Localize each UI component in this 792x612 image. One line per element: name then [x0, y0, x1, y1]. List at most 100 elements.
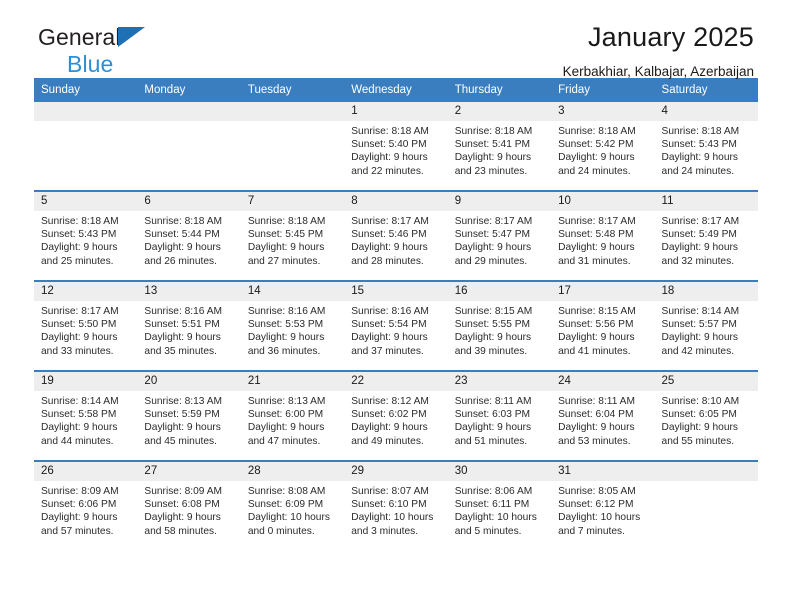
daylight-text-line2: and 0 minutes. — [247, 525, 315, 537]
calendar-day-cell[interactable]: 26 Sunrise: 8:09 AM Sunset: 6:06 PM Dayligh… — [34, 460, 138, 550]
sunrise-text: Sunrise: 8:18 AM — [351, 126, 429, 137]
sunrise-text: Sunrise: 8:17 AM — [41, 306, 119, 317]
day-number: 30 — [447, 462, 552, 481]
day-box: 31 Sunrise: 8:05 AM Sunset: 6:12 PM Dayligh… — [551, 462, 655, 550]
daylight-text-line1: Daylight: 9 hours — [454, 152, 532, 164]
sunrise-text: Sunrise: 8:17 AM — [558, 216, 636, 227]
calendar-day-cell[interactable]: 8 Sunrise: 8:17 AM Sunset: 5:46 PM Daylight… — [344, 190, 448, 281]
day-number: 17 — [551, 282, 655, 301]
daylight-text-line2: and 53 minutes. — [558, 435, 631, 447]
sunset-text: Sunset: 5:59 PM — [144, 409, 220, 421]
daylight-text-line1: Daylight: 9 hours — [661, 152, 738, 164]
daylight-text-line1: Daylight: 9 hours — [247, 242, 325, 254]
calendar-day-cell[interactable]: 10 Sunrise: 8:17 AM Sunset: 5:48 PM Dayligh… — [551, 190, 655, 281]
calendar-day-cell[interactable]: 30 Sunrise: 8:06 AM Sunset: 6:11 PM Dayligh… — [447, 460, 552, 550]
calendar-day-cell[interactable]: 3 Sunrise: 8:18 AM Sunset: 5:42 PM Daylight… — [551, 102, 655, 191]
calendar-day-cell[interactable]: 13 Sunrise: 8:16 AM Sunset: 5:51 PM Dayligh… — [137, 280, 241, 371]
calendar-day-cell[interactable]: 21 Sunrise: 8:13 AM Sunset: 6:00 PM Dayligh… — [240, 370, 345, 461]
brand-logo[interactable]: General Blue — [38, 26, 238, 78]
calendar-day-cell[interactable]: 24 Sunrise: 8:11 AM Sunset: 6:04 PM Dayligh… — [551, 370, 655, 461]
daylight-text-line2: and 42 minutes. — [661, 345, 735, 357]
calendar-empty-cell — [34, 102, 138, 191]
day-number: 8 — [344, 192, 448, 211]
day-box: 21 Sunrise: 8:13 AM Sunset: 6:00 PM Dayligh… — [240, 372, 345, 460]
weekday-header-monday: Monday — [137, 78, 241, 102]
daylight-text-line1: Daylight: 9 hours — [661, 422, 738, 434]
day-box: 22 Sunrise: 8:12 AM Sunset: 6:02 PM Dayligh… — [344, 372, 448, 460]
day-details: Sunrise: 8:18 AM Sunset: 5:43 PM Daylight:… — [655, 121, 758, 178]
sunset-text: Sunset: 6:00 PM — [247, 409, 324, 421]
daylight-text-line1: Daylight: 9 hours — [351, 152, 428, 164]
day-details: Sunrise: 8:15 AM Sunset: 5:56 PM Daylight:… — [551, 301, 654, 358]
calendar-day-cell[interactable]: 17 Sunrise: 8:15 AM Sunset: 5:56 PM Dayligh… — [551, 280, 655, 371]
sunrise-text: Sunrise: 8:11 AM — [558, 396, 635, 407]
calendar-day-cell[interactable]: 25 Sunrise: 8:10 AM Sunset: 6:05 PM Dayligh… — [654, 370, 758, 461]
daylight-text-line1: Daylight: 9 hours — [41, 512, 118, 524]
day-details: Sunrise: 8:18 AM Sunset: 5:42 PM Daylight:… — [551, 121, 654, 178]
sunset-text: Sunset: 5:45 PM — [247, 229, 324, 241]
calendar-day-cell[interactable]: 31 Sunrise: 8:05 AM Sunset: 6:12 PM Dayligh… — [551, 460, 655, 550]
sunrise-text: Sunrise: 8:09 AM — [144, 486, 223, 497]
calendar-day-cell[interactable]: 20 Sunrise: 8:13 AM Sunset: 5:59 PM Dayligh… — [137, 370, 241, 461]
calendar-empty-cell — [137, 102, 241, 191]
calendar-day-cell[interactable]: 4 Sunrise: 8:18 AM Sunset: 5:43 PM Daylight… — [654, 102, 758, 191]
daylight-text-line2: and 24 minutes. — [661, 165, 735, 177]
calendar-day-cell[interactable]: 28 Sunrise: 8:08 AM Sunset: 6:09 PM Dayligh… — [240, 460, 345, 550]
day-details: Sunrise: 8:08 AM Sunset: 6:09 PM Daylight:… — [241, 481, 344, 538]
day-number: 1 — [344, 102, 448, 121]
sunset-text: Sunset: 6:06 PM — [41, 499, 117, 511]
triangle-flag-icon — [118, 27, 145, 47]
day-details: Sunrise: 8:17 AM Sunset: 5:49 PM Daylight:… — [655, 211, 758, 268]
day-number: 28 — [240, 462, 345, 481]
calendar-day-cell[interactable]: 16 Sunrise: 8:15 AM Sunset: 5:55 PM Dayligh… — [447, 280, 552, 371]
daylight-text-line2: and 57 minutes. — [41, 525, 114, 537]
sunset-text: Sunset: 6:03 PM — [454, 409, 531, 421]
day-box: 8 Sunrise: 8:17 AM Sunset: 5:46 PM Daylight… — [344, 192, 448, 280]
day-number: 6 — [137, 192, 241, 211]
daylight-text-line1: Daylight: 9 hours — [41, 242, 118, 254]
day-box: 17 Sunrise: 8:15 AM Sunset: 5:56 PM Dayligh… — [551, 282, 655, 370]
daylight-text-line1: Daylight: 10 hours — [351, 512, 434, 524]
sunset-text: Sunset: 5:44 PM — [144, 229, 220, 241]
daylight-text-line1: Daylight: 9 hours — [558, 332, 635, 344]
sunrise-text: Sunrise: 8:17 AM — [454, 216, 533, 227]
sunset-text: Sunset: 5:48 PM — [558, 229, 634, 241]
day-number: 9 — [447, 192, 552, 211]
day-details: Sunrise: 8:07 AM Sunset: 6:10 PM Daylight:… — [344, 481, 447, 538]
calendar-day-cell[interactable]: 7 Sunrise: 8:18 AM Sunset: 5:45 PM Daylight… — [240, 190, 345, 281]
daylight-text-line1: Daylight: 9 hours — [144, 512, 221, 524]
sunset-text: Sunset: 5:47 PM — [454, 229, 531, 241]
day-details: Sunrise: 8:18 AM Sunset: 5:43 PM Daylight:… — [34, 211, 137, 268]
calendar-day-cell[interactable]: 29 Sunrise: 8:07 AM Sunset: 6:10 PM Dayligh… — [344, 460, 448, 550]
calendar-day-cell[interactable]: 1 Sunrise: 8:18 AM Sunset: 5:40 PM Daylight… — [344, 102, 448, 191]
day-number: 25 — [654, 372, 758, 391]
sunset-text: Sunset: 6:05 PM — [661, 409, 737, 421]
daylight-text-line2: and 31 minutes. — [558, 255, 631, 267]
calendar-day-cell[interactable]: 6 Sunrise: 8:18 AM Sunset: 5:44 PM Daylight… — [137, 190, 241, 281]
calendar-day-cell[interactable]: 23 Sunrise: 8:11 AM Sunset: 6:03 PM Dayligh… — [447, 370, 552, 461]
day-details: Sunrise: 8:14 AM Sunset: 5:57 PM Daylight:… — [655, 301, 758, 358]
daylight-text-line1: Daylight: 9 hours — [454, 332, 532, 344]
calendar-day-cell[interactable]: 12 Sunrise: 8:17 AM Sunset: 5:50 PM Dayligh… — [34, 280, 138, 371]
calendar-day-cell[interactable]: 27 Sunrise: 8:09 AM Sunset: 6:08 PM Dayligh… — [137, 460, 241, 550]
daylight-text-line1: Daylight: 9 hours — [41, 422, 118, 434]
day-details: Sunrise: 8:18 AM Sunset: 5:44 PM Daylight:… — [137, 211, 240, 268]
calendar-day-cell[interactable]: 18 Sunrise: 8:14 AM Sunset: 5:57 PM Dayligh… — [654, 280, 758, 371]
calendar-day-cell[interactable]: 14 Sunrise: 8:16 AM Sunset: 5:53 PM Dayligh… — [240, 280, 345, 371]
calendar-day-cell[interactable]: 9 Sunrise: 8:17 AM Sunset: 5:47 PM Daylight… — [447, 190, 552, 281]
daylight-text-line1: Daylight: 10 hours — [558, 512, 641, 524]
sunrise-text: Sunrise: 8:17 AM — [351, 216, 429, 227]
day-number: 15 — [344, 282, 448, 301]
calendar-day-cell[interactable]: 5 Sunrise: 8:18 AM Sunset: 5:43 PM Daylight… — [34, 190, 138, 281]
weekday-header-tuesday: Tuesday — [240, 78, 345, 102]
calendar-day-cell[interactable]: 11 Sunrise: 8:17 AM Sunset: 5:49 PM Dayligh… — [654, 190, 758, 281]
day-box: 20 Sunrise: 8:13 AM Sunset: 5:59 PM Dayligh… — [137, 372, 241, 460]
calendar-day-cell[interactable]: 15 Sunrise: 8:16 AM Sunset: 5:54 PM Dayligh… — [344, 280, 448, 371]
calendar-table: Sunday Monday Tuesday Wednesday Thursday… — [34, 78, 758, 550]
sunset-text: Sunset: 5:58 PM — [41, 409, 117, 421]
calendar-day-cell[interactable]: 22 Sunrise: 8:12 AM Sunset: 6:02 PM Dayligh… — [344, 370, 448, 461]
calendar-day-cell[interactable]: 2 Sunrise: 8:18 AM Sunset: 5:41 PM Daylight… — [447, 102, 552, 191]
calendar-day-cell[interactable]: 19 Sunrise: 8:14 AM Sunset: 5:58 PM Dayligh… — [34, 370, 138, 461]
daylight-text-line2: and 45 minutes. — [144, 435, 217, 447]
sunset-text: Sunset: 5:43 PM — [41, 229, 117, 241]
